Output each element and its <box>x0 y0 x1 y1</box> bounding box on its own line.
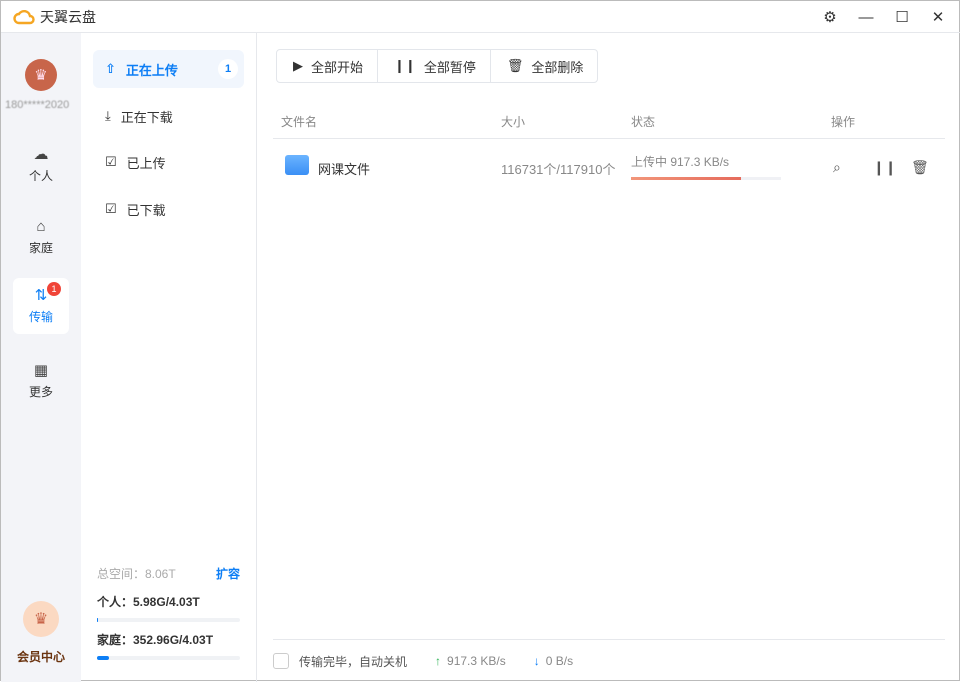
personal-storage-bar <box>97 618 99 622</box>
sidebar-item-downloaded[interactable]: ☑ 已下载 <box>93 190 244 228</box>
button-label: 全部暂停 <box>423 59 476 75</box>
pause-icon: ❙❙ <box>394 58 416 73</box>
header-filename: 文件名 <box>281 115 318 129</box>
minimize-button[interactable]: — <box>855 7 877 27</box>
button-label: 全部删除 <box>531 59 584 75</box>
auto-shutdown-checkbox[interactable] <box>273 653 289 669</box>
app-title: 天翼云盘 <box>40 8 96 25</box>
sidebar-item-downloading[interactable]: ⤓ 正在下载 <box>93 97 244 135</box>
upload-speed: 917.3 KB/s <box>447 654 506 668</box>
file-size: 116731个/117910个 <box>501 162 616 177</box>
download-icon: ⤓ <box>105 108 111 123</box>
family-storage: 家庭：352.96G/4.03T <box>97 631 240 660</box>
expand-link[interactable]: 扩容 <box>216 565 240 582</box>
upload-status: 上传中 917.3 KB/s <box>631 155 730 169</box>
close-button[interactable]: ✕ <box>927 7 949 27</box>
cloud-upload-icon: ⇧ <box>105 61 116 76</box>
delete-all-button[interactable]: 🗑 全部删除 <box>491 50 598 82</box>
nav-label: 传输 <box>28 309 53 324</box>
nav-label: 家庭 <box>28 240 53 255</box>
nav-transfer[interactable]: ⇅ 传输 1 <box>13 278 69 334</box>
transfer-badge: 1 <box>47 282 61 296</box>
nav-personal[interactable]: ☁ 个人 <box>13 137 69 193</box>
download-arrow-icon: ↓ <box>533 654 540 668</box>
cloud-logo-icon <box>13 9 35 24</box>
nav-label: 更多 <box>28 384 53 399</box>
sidebar-item-label: 已上传 <box>126 155 166 171</box>
downloaded-check-icon: ☑ <box>105 201 117 216</box>
play-icon: ▶ <box>293 58 303 73</box>
nav-family[interactable]: ⌂ 家庭 <box>13 209 69 265</box>
header-status: 状态 <box>631 115 656 129</box>
pause-icon[interactable]: ❙❙ <box>873 159 896 176</box>
settings-icon[interactable]: ⚙ <box>819 7 841 27</box>
auto-shutdown-label: 传输完毕，自动关机 <box>299 654 408 669</box>
trash-icon: 🗑 <box>506 58 524 73</box>
username: 180*****2020 <box>5 99 70 111</box>
transfer-sidebar: ⇧ 正在上传 1 ⤓ 正在下载 ☑ 已上传 ☑ 已下载 总空间：8.06T 扩容 个人：5.… <box>81 33 257 682</box>
sidebar-item-label: 正在上传 <box>125 62 178 78</box>
search-icon[interactable]: ⌕ <box>833 159 841 176</box>
cloud-icon: ☁ <box>33 145 49 163</box>
avatar[interactable]: ♛ <box>25 59 57 91</box>
pause-all-button[interactable]: ❙❙ 全部暂停 <box>378 50 491 82</box>
header-size: 大小 <box>501 115 526 129</box>
sidebar-item-uploading[interactable]: ⇧ 正在上传 1 <box>93 50 244 88</box>
sidebar-item-uploaded[interactable]: ☑ 已上传 <box>93 143 244 181</box>
sidebar-item-label: 已下载 <box>126 202 166 218</box>
personal-storage: 个人：5.98G/4.03T <box>97 593 240 622</box>
uploaded-check-icon: ☑ <box>105 154 117 169</box>
status-bar: 传输完毕，自动关机 ↑ 917.3 KB/s ↓ 0 B/s <box>273 639 945 682</box>
header-actions: 操作 <box>831 115 856 129</box>
upload-count: 1 <box>218 59 238 79</box>
family-storage-text: 家庭：352.96G/4.03T <box>97 633 214 647</box>
table-header: 文件名 大小 状态 操作 <box>273 103 945 139</box>
folder-icon <box>285 155 309 175</box>
toolbar: ▶ 全部开始 ❙❙ 全部暂停 🗑 全部删除 <box>276 49 599 83</box>
nav-label: 个人 <box>28 168 53 183</box>
family-storage-bar <box>97 656 110 660</box>
nav-more[interactable]: ▦ 更多 <box>13 353 69 409</box>
grid-icon: ▦ <box>33 361 49 379</box>
vip-crown-icon[interactable]: ♛ <box>23 601 59 637</box>
personal-storage-text: 个人：5.98G/4.03T <box>97 595 200 609</box>
download-speed: 0 B/s <box>545 654 574 668</box>
app-logo: 天翼云盘 <box>13 7 96 27</box>
button-label: 全部开始 <box>311 59 364 75</box>
file-name: 网课文件 <box>318 162 371 177</box>
upload-progress-bar <box>631 177 781 180</box>
trash-icon[interactable]: 🗑 <box>911 159 929 176</box>
start-all-button[interactable]: ▶ 全部开始 <box>277 50 379 82</box>
table-row[interactable]: 网课文件 116731个/117910个 上传中 917.3 KB/s ⌕ ❙❙… <box>273 149 945 189</box>
sidebar-item-label: 正在下载 <box>120 109 173 125</box>
upload-arrow-icon: ↑ <box>435 654 442 668</box>
main-panel: ▶ 全部开始 ❙❙ 全部暂停 🗑 全部删除 文件名 大小 状态 操作 网课文件 116… <box>257 33 960 682</box>
upload-progress-fill <box>631 177 741 180</box>
home-icon: ⌂ <box>36 217 46 235</box>
title-bar: 天翼云盘 ⚙ — ☐ ✕ <box>1 1 960 33</box>
maximize-button[interactable]: ☐ <box>891 7 913 27</box>
vip-center-label[interactable]: 会员中心 <box>1 648 81 665</box>
total-space: 总空间：8.06T 扩容 <box>97 565 240 582</box>
transfer-icon: ⇅ <box>34 286 48 304</box>
total-space-text: 总空间：8.06T <box>97 567 176 581</box>
left-nav: ♛ 180*****2020 ☁ 个人 ⌂ 家庭 ⇅ 传输 1 ▦ 更多 ♛ 会员中心 <box>1 33 81 682</box>
